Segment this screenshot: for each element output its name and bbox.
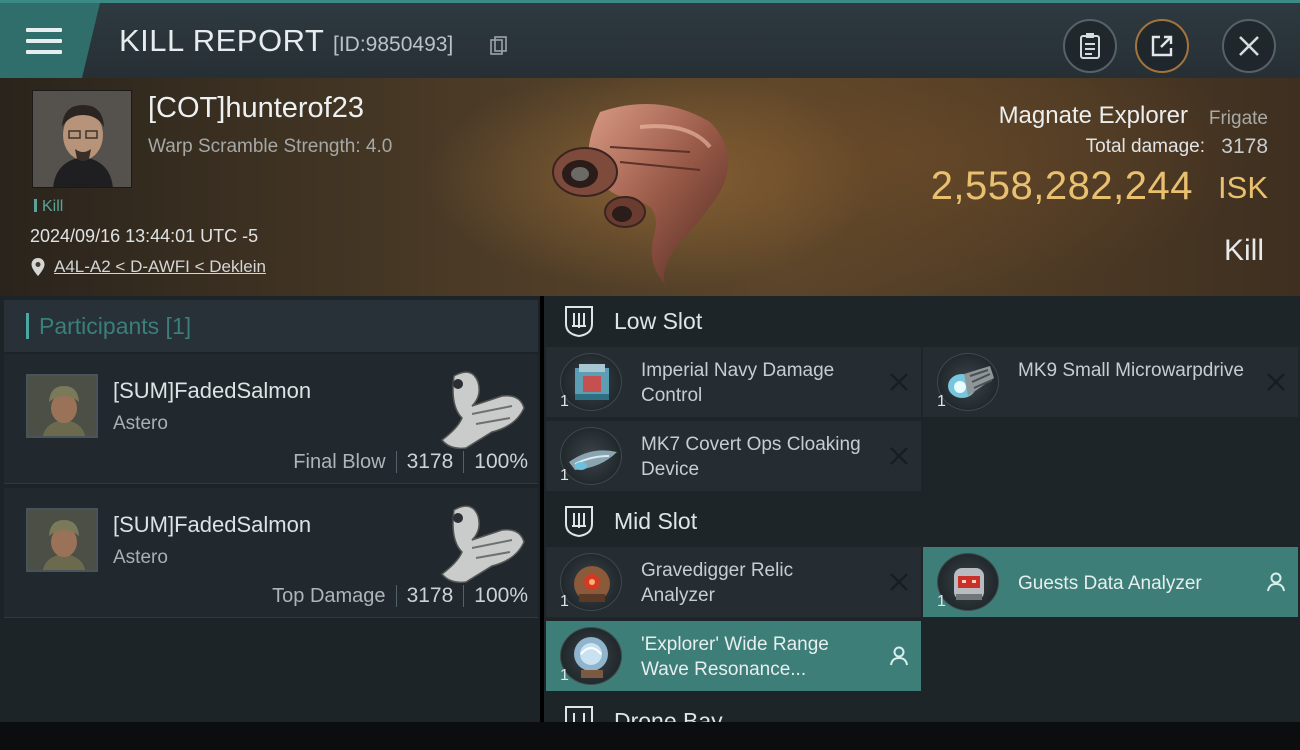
participants-panel: Participants [1] [SUM]FadedSalmon Astero… [0,296,540,722]
module-quantity: 1 [937,593,946,610]
divider [463,451,465,473]
dropped-person-icon [890,646,908,666]
participant-ship-image [440,505,525,584]
drone-bay-header: Drone Bay [544,696,1300,722]
drone-bay-title: Drone Bay [614,707,723,723]
share-button[interactable] [1135,19,1189,73]
dropped-person-icon [1267,572,1285,592]
module-item[interactable]: 1 Imperial Navy Damage Control [546,347,921,417]
close-button[interactable] [1222,19,1276,73]
microwarpdrive-icon [937,353,999,411]
kill-tag: Kill [34,198,63,216]
damage-control-icon [560,353,622,411]
destroyed-x-icon [890,373,908,391]
bottom-hud-strip [0,722,1300,750]
avatar [26,508,98,572]
participant-ship: Astero [113,413,168,434]
module-quantity: 1 [560,667,569,684]
destroyed-x-icon [890,447,908,465]
module-name: Guests Data Analyzer [1018,573,1202,594]
mid-slot-title: Mid Slot [614,507,698,534]
participant-role: Final Blow [293,450,386,473]
mid-slot-icon [565,506,593,538]
module-name: MK7 Covert Ops Cloaking Device [641,434,861,480]
divider [395,451,397,473]
wave-resonance-icon [560,627,622,685]
data-analyzer-icon [937,553,999,611]
module-item[interactable]: 1 'Explorer' Wide Range Wave Resonance..… [546,621,921,691]
location-text[interactable]: A4L-A2 < D-AWFI < Deklein [54,257,266,277]
warp-scramble-strength: Warp Scramble Strength: 4.0 [148,136,393,157]
low-slot-title: Low Slot [614,307,703,334]
module-quantity: 1 [560,593,569,610]
module-item[interactable]: 1 MK7 Covert Ops Cloaking Device [546,421,921,491]
destroyed-x-icon [1267,373,1285,391]
kill-datetime: 2024/09/16 13:44:01 UTC -5 [30,226,259,246]
module-name: MK9 Small Microwarpdrive [1018,360,1244,381]
divider [395,585,397,607]
clipboard-button[interactable] [1063,19,1117,73]
report-id: [ID:9850493] [333,33,454,56]
participant-ship: Astero [113,547,168,568]
pilot-portrait-image [33,91,131,187]
victim-ship-image [552,104,728,284]
top-bar: KILL REPORT [ID:9850493] [0,0,1300,78]
participant-name[interactable]: [SUM]FadedSalmon [113,378,311,404]
module-item[interactable]: 1 Gravedigger Relic Analyzer [546,547,921,617]
mid-slot-header: Mid Slot [544,496,1300,546]
participant-row[interactable]: [SUM]FadedSalmon Astero Top Damage 3178 … [4,488,538,618]
isk-value: 2,558,282,244 [930,164,1193,208]
participant-damage: 3178 [406,450,454,473]
participant-ship-image [440,371,525,450]
divider [463,585,465,607]
module-name: Imperial Navy Damage Control [641,360,835,406]
participants-header-label: Participants [1] [39,312,192,339]
menu-button[interactable] [0,3,100,78]
module-name: Gravedigger Relic Analyzer [641,560,794,606]
participant-name[interactable]: [SUM]FadedSalmon [113,512,311,538]
module-name: 'Explorer' Wide Range Wave Resonance... [641,634,829,680]
low-slot-header: Low Slot [544,296,1300,346]
kill-location[interactable]: A4L-A2 < D-AWFI < Deklein [30,257,266,277]
module-item[interactable]: 1 Guests Data Analyzer [923,547,1298,617]
copy-icon[interactable] [490,36,508,56]
victim-name[interactable]: [COT]hunterof23 [148,92,364,125]
module-quantity: 1 [560,467,569,484]
cloaking-device-icon [560,427,622,485]
participant-percent: 100% [474,450,528,473]
participant-row[interactable]: [SUM]FadedSalmon Astero Final Blow 3178 … [4,354,538,484]
total-damage-value: 3178 [1221,135,1268,158]
victim-ship-class: Frigate [1208,108,1268,129]
module-quantity: 1 [937,393,946,410]
kill-summary: [COT]hunterof23 Warp Scramble Strength: … [0,78,1300,296]
destroyed-x-icon [890,573,908,591]
participant-stats: Final Blow 3178 100% [293,450,528,474]
isk-unit: ISK [1218,170,1268,205]
victim-portrait[interactable] [32,90,132,188]
module-item[interactable]: 1 MK9 Small Microwarpdrive [923,347,1298,417]
clipboard-icon [1080,33,1100,59]
module-quantity: 1 [560,393,569,410]
avatar [26,374,98,438]
drone-bay-icon [565,706,593,722]
page-title: KILL REPORT [119,23,325,58]
participant-percent: 100% [474,584,528,607]
total-damage-label: Total damage: [1085,136,1205,157]
low-slot-icon [565,306,593,338]
participant-role: Top Damage [272,584,386,607]
fitting-panel: Low Slot 1 Imperial Navy Damage Control [544,296,1300,722]
participants-header[interactable]: Participants [1] [4,300,538,352]
location-pin-icon [31,258,45,276]
participant-stats: Top Damage 3178 100% [272,584,528,608]
kill-result: Kill [1223,234,1264,267]
share-icon [1151,35,1173,57]
victim-ship-name[interactable]: Magnate Explorer [999,102,1188,130]
relic-analyzer-icon [560,553,622,611]
hamburger-icon [26,27,62,54]
close-icon [1239,36,1259,56]
participant-damage: 3178 [406,584,454,607]
